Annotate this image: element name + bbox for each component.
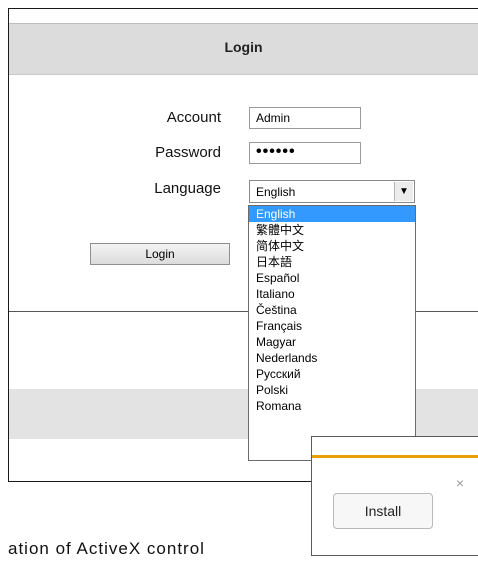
language-option-polish[interactable]: Polski (249, 382, 415, 398)
install-popup: × Install (311, 436, 478, 556)
popup-accent-bar (312, 455, 478, 458)
language-option-japanese[interactable]: 日本語 (249, 254, 415, 270)
language-option-simplified-chinese[interactable]: 简体中文 (249, 238, 415, 254)
language-select-value: English (256, 185, 296, 199)
language-option-english[interactable]: English (249, 206, 415, 222)
panel-title: Login (224, 39, 263, 55)
language-option-french[interactable]: Français (249, 318, 415, 334)
panel-header: Login (9, 23, 478, 75)
activex-note-text: ation of ActiveX control (8, 539, 205, 558)
language-label: Language (154, 180, 221, 197)
language-option-czech[interactable]: Čeština (249, 302, 415, 318)
language-option-hungarian[interactable]: Magyar (249, 334, 415, 350)
language-option-romanian[interactable]: Romana (249, 398, 415, 414)
password-label: Password (155, 144, 221, 161)
language-option-spanish[interactable]: Español (249, 270, 415, 286)
language-option-italian[interactable]: Italiano (249, 286, 415, 302)
install-button[interactable]: Install (333, 493, 433, 529)
language-option-russian[interactable]: Русский (249, 366, 415, 382)
language-select[interactable]: English ▼ (249, 180, 415, 203)
language-option-traditional-chinese[interactable]: 繁體中文 (249, 222, 415, 238)
account-label: Account (166, 109, 221, 126)
account-input[interactable] (249, 107, 361, 129)
close-icon[interactable]: × (456, 475, 464, 491)
password-field[interactable] (249, 142, 361, 164)
language-option-dutch[interactable]: Nederlands (249, 350, 415, 366)
login-button[interactable]: Login (90, 243, 230, 265)
language-dropdown-list[interactable]: English 繁體中文 简体中文 日本語 Español Italiano Č… (248, 205, 416, 461)
chevron-down-icon[interactable]: ▼ (394, 182, 413, 201)
